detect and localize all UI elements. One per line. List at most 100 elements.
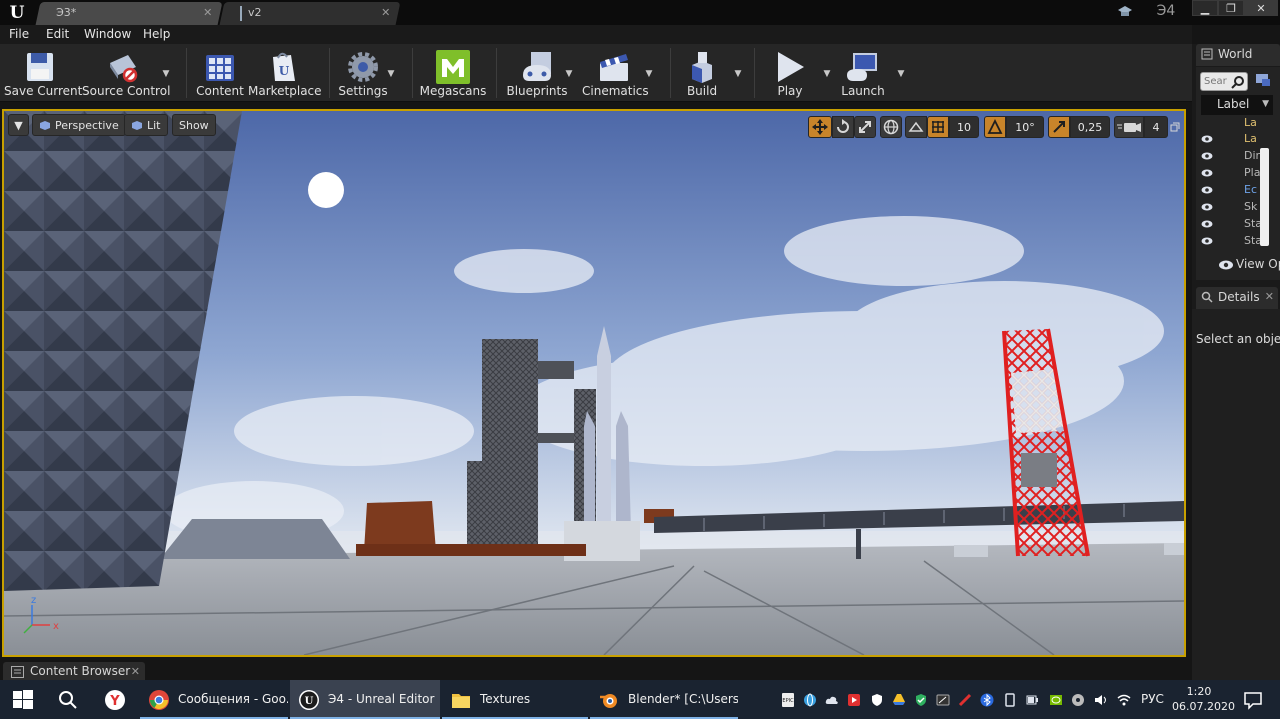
taskbar-app-unreal[interactable]: U Э4 - Unreal Editor — [290, 680, 440, 719]
bluetooth-tray-icon[interactable] — [980, 693, 994, 707]
cloud-tray-icon[interactable] — [825, 693, 839, 707]
details-tab[interactable]: Details ✕ — [1196, 287, 1278, 309]
usb-device-tray-icon[interactable] — [1003, 693, 1017, 707]
google-drive-tray-icon[interactable] — [892, 693, 906, 707]
camera-speed-value[interactable]: 4 — [1144, 116, 1168, 138]
settings-button[interactable]: Settings — [334, 44, 392, 102]
scale-snap-icon[interactable] — [1048, 116, 1070, 138]
scale-tool-icon[interactable] — [854, 116, 876, 138]
launch-button[interactable]: Launch — [836, 44, 890, 102]
volume-tray-icon[interactable] — [1094, 693, 1108, 707]
outliner-row[interactable]: Ec — [1198, 182, 1260, 198]
system-clock[interactable]: 1:20 06.07.2020 — [1172, 684, 1235, 714]
world-outliner-tab[interactable]: World — [1196, 44, 1280, 66]
perspective-button[interactable]: Perspective — [32, 114, 126, 136]
settings-dropdown[interactable]: ▼ — [386, 69, 396, 79]
megascans-button[interactable]: Megascans — [418, 44, 488, 102]
globe-tray-icon[interactable] — [803, 693, 817, 707]
visibility-eye-icon[interactable] — [1201, 152, 1213, 160]
menu-help[interactable]: Help — [143, 27, 170, 41]
search-icon[interactable] — [57, 689, 79, 711]
close-window-button[interactable]: ✕ — [1244, 0, 1278, 16]
search-icon[interactable] — [1231, 75, 1245, 89]
maximize-button[interactable]: ❐ — [1218, 0, 1244, 16]
windows-start-icon[interactable] — [12, 689, 34, 711]
build-button[interactable]: Build — [676, 44, 728, 102]
nvidia-tray-icon[interactable] — [1049, 693, 1063, 707]
disc-tray-icon[interactable] — [1071, 693, 1085, 707]
close-icon[interactable]: ✕ — [381, 2, 390, 24]
media-tray-icon[interactable] — [847, 693, 861, 707]
maximize-viewport-icon[interactable] — [1170, 121, 1180, 132]
notifications-icon[interactable] — [1242, 689, 1264, 711]
save-current-button[interactable]: Save Current — [4, 44, 82, 102]
rotation-snap-icon[interactable] — [984, 116, 1006, 138]
translate-tool-icon[interactable] — [808, 116, 832, 138]
camera-speed-icon[interactable] — [1114, 116, 1144, 138]
outliner-row[interactable]: Sk — [1198, 199, 1260, 215]
outliner-settings-icon[interactable] — [1254, 72, 1272, 88]
yandex-browser-icon[interactable]: Y — [104, 689, 126, 711]
viewport-options-dropdown[interactable]: ▼ — [8, 114, 29, 136]
outliner-row[interactable]: La — [1198, 131, 1260, 147]
view-options-button[interactable]: View Opt — [1216, 257, 1280, 273]
play-dropdown[interactable]: ▼ — [822, 69, 832, 79]
menu-file[interactable]: File — [9, 27, 29, 41]
epic-games-tray-icon[interactable]: EPIC — [781, 693, 795, 707]
outliner-row[interactable]: Dir — [1198, 148, 1260, 164]
marketplace-button[interactable]: U Marketplace — [248, 44, 322, 102]
blueprints-dropdown[interactable]: ▼ — [564, 69, 574, 79]
grid-snap-value[interactable]: 10 — [949, 116, 979, 138]
outliner-row[interactable]: Pla — [1198, 165, 1260, 181]
source-control-dropdown[interactable]: ▼ — [161, 69, 171, 79]
outliner-row[interactable]: Sta — [1198, 233, 1260, 249]
visibility-eye-icon[interactable] — [1201, 220, 1213, 228]
battery-tray-icon[interactable] — [1025, 693, 1039, 707]
cinematics-button[interactable]: Cinematics — [582, 44, 649, 102]
menu-window[interactable]: Window — [84, 27, 131, 41]
visibility-eye-icon[interactable] — [1201, 186, 1213, 194]
antivirus-tray-icon[interactable] — [914, 693, 928, 707]
close-icon[interactable]: ✕ — [131, 662, 140, 681]
outliner-label-column[interactable]: Label ▼ — [1201, 95, 1273, 115]
surface-snapping-icon[interactable] — [905, 116, 927, 138]
build-dropdown[interactable]: ▼ — [733, 69, 743, 79]
rotate-tool-icon[interactable] — [832, 116, 854, 138]
visibility-eye-icon[interactable] — [1201, 203, 1213, 211]
input-language-indicator[interactable]: РУС — [1141, 692, 1164, 706]
red-pen-tray-icon[interactable] — [958, 693, 972, 707]
pen-tablet-tray-icon[interactable] — [936, 693, 950, 707]
show-button[interactable]: Show — [172, 114, 216, 136]
material-tab[interactable]: v2 ✕ — [219, 2, 401, 25]
play-button[interactable]: Play — [762, 44, 818, 102]
level-tab[interactable]: Э3* ✕ — [35, 2, 223, 25]
taskbar-app-chrome[interactable]: Сообщения - Goo... — [140, 680, 288, 719]
grid-snap-icon[interactable] — [927, 116, 949, 138]
outliner-scrollbar[interactable] — [1260, 148, 1269, 246]
lit-button[interactable]: Lit — [124, 114, 168, 136]
shield-tray-icon[interactable] — [870, 693, 884, 707]
cinematics-dropdown[interactable]: ▼ — [644, 69, 654, 79]
world-local-globe-icon[interactable] — [880, 116, 902, 138]
taskbar-app-explorer[interactable]: Textures — [442, 680, 588, 719]
rotation-snap-value[interactable]: 10° — [1006, 116, 1044, 138]
scale-snap-value[interactable]: 0,25 — [1070, 116, 1110, 138]
taskbar-app-blender[interactable]: Blender* [C:\Users\... — [590, 680, 738, 719]
visibility-eye-icon[interactable] — [1201, 169, 1213, 177]
graduation-cap-icon[interactable] — [1117, 5, 1133, 19]
visibility-eye-icon[interactable] — [1201, 135, 1213, 143]
blueprints-button[interactable]: Blueprints — [502, 44, 572, 102]
level-viewport[interactable]: z x ▼ Perspective Lit Show 10 10° 0,25 4 — [2, 109, 1186, 657]
launch-dropdown[interactable]: ▼ — [896, 69, 906, 79]
content-button[interactable]: Content — [192, 44, 248, 102]
outliner-row[interactable]: Sta — [1198, 216, 1260, 232]
visibility-eye-icon[interactable] — [1201, 237, 1213, 245]
viewport-scene[interactable]: z x — [4, 111, 1184, 655]
menu-edit[interactable]: Edit — [46, 27, 69, 41]
content-browser-tab[interactable]: Content Browser ✕ — [3, 662, 145, 682]
source-control-button[interactable]: Source Control — [82, 44, 170, 102]
close-icon[interactable]: ✕ — [1265, 287, 1274, 307]
minimize-button[interactable]: ▁ — [1192, 0, 1218, 16]
outliner-row[interactable]: La — [1198, 115, 1260, 131]
wifi-tray-icon[interactable] — [1117, 693, 1131, 707]
